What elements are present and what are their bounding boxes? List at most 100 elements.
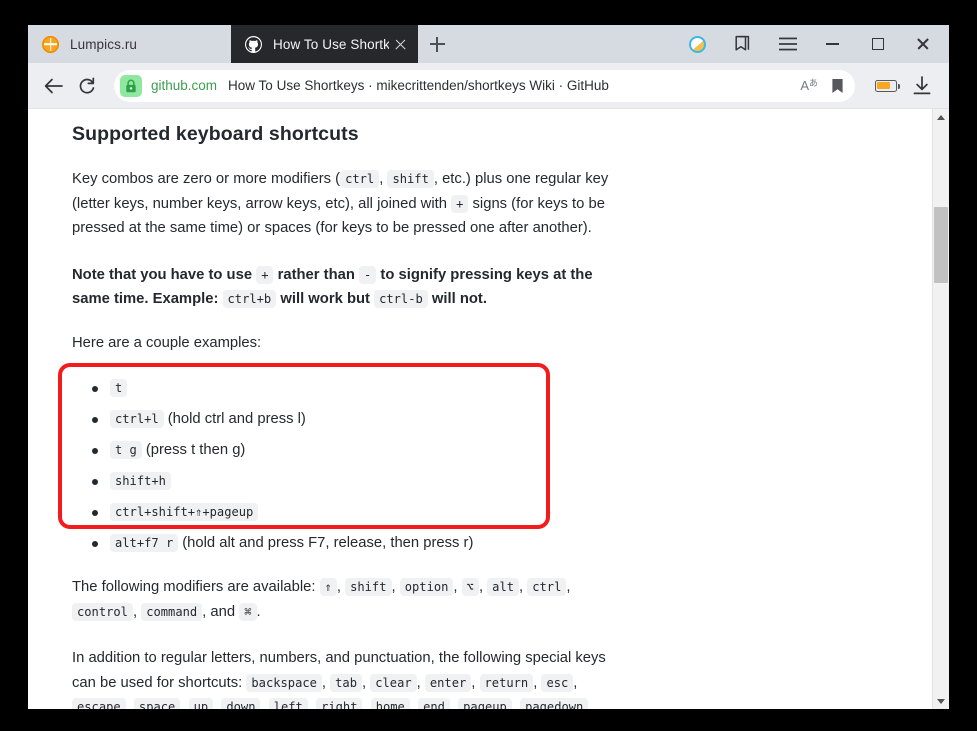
screenshot-root: Lumpics.ru How To Use Shortkeys · n bbox=[0, 0, 977, 731]
text-fragment: Key combos are zero or more modifiers ( bbox=[72, 171, 341, 187]
code-chip: ctrl+b bbox=[222, 290, 277, 308]
translate-icon[interactable]: Aあ bbox=[797, 78, 821, 93]
code-chip: alt bbox=[487, 578, 520, 596]
vertical-scrollbar[interactable] bbox=[932, 109, 949, 709]
paragraph-examples-intro: Here are a couple examples: bbox=[72, 334, 262, 351]
code-chip: ctrl bbox=[340, 170, 380, 188]
browser-tab-lumpics[interactable]: Lumpics.ru bbox=[28, 25, 231, 63]
back-button[interactable] bbox=[36, 69, 70, 103]
code-chip: option bbox=[399, 578, 454, 596]
examples-list: t ctrl+l (hold ctrl and press l) t g (pres… bbox=[72, 377, 655, 555]
code-chip: pageup bbox=[458, 698, 512, 709]
code-chip: ctrl+l bbox=[110, 410, 164, 428]
code-chip: end bbox=[418, 698, 450, 709]
code-chip: ctrl bbox=[527, 578, 567, 596]
paragraph-special-keys: In addition to regular letters, numbers,… bbox=[72, 646, 617, 709]
code-chip: backspace bbox=[246, 673, 322, 692]
code-chip: return bbox=[479, 673, 534, 692]
code-chip: t g bbox=[110, 441, 142, 459]
code-chip: ⌥ bbox=[461, 578, 479, 596]
text-fragment: The following modifiers are available: bbox=[72, 579, 316, 595]
text-fragment: will not. bbox=[431, 291, 487, 307]
bookmark-icon[interactable] bbox=[825, 74, 849, 98]
code-chip: down bbox=[221, 698, 261, 709]
code-chip: home bbox=[370, 698, 410, 709]
scroll-thumb[interactable] bbox=[934, 207, 948, 283]
battery-icon[interactable] bbox=[869, 69, 903, 103]
code-chip: left bbox=[268, 698, 308, 709]
menu-icon[interactable] bbox=[765, 25, 810, 63]
code-chip: enter bbox=[424, 673, 472, 692]
page-viewport: Supported keyboard shortcuts Key combos … bbox=[28, 108, 949, 709]
translate-icon-main: A bbox=[800, 78, 809, 93]
text-fragment: will work but bbox=[280, 291, 370, 307]
code-chip: shift+h bbox=[110, 472, 171, 490]
code-chip: pagedown bbox=[520, 698, 589, 709]
code-chip: ⌘ bbox=[239, 602, 257, 621]
list-item: t bbox=[92, 377, 655, 400]
code-chip: alt+f7 r bbox=[110, 534, 179, 552]
code-chip: up bbox=[188, 698, 214, 709]
new-tab-button[interactable] bbox=[418, 25, 456, 63]
omnibox-actions: Aあ bbox=[797, 74, 849, 98]
text-fragment: , bbox=[379, 171, 384, 187]
paragraph-key-combos: Key combos are zero or more modifiers (c… bbox=[72, 167, 617, 241]
reload-button[interactable] bbox=[70, 69, 104, 103]
tabstrip-spacer bbox=[456, 25, 675, 63]
page-title: Supported keyboard shortcuts bbox=[72, 123, 359, 145]
lumpics-favicon-icon bbox=[42, 35, 59, 53]
code-chip: tab bbox=[330, 673, 362, 692]
maximize-button[interactable] bbox=[855, 25, 900, 63]
download-icon[interactable] bbox=[905, 69, 939, 103]
collections-icon[interactable] bbox=[720, 25, 765, 63]
browser-window: Lumpics.ru How To Use Shortkeys · n bbox=[28, 25, 949, 709]
tab-title: How To Use Shortkeys · n bbox=[273, 36, 389, 52]
tab-close-icon[interactable] bbox=[393, 37, 408, 52]
text-fragment: rather than bbox=[277, 266, 355, 283]
tab-strip: Lumpics.ru How To Use Shortkeys · n bbox=[28, 25, 949, 63]
code-chip: - bbox=[359, 265, 377, 284]
window-controls bbox=[675, 25, 949, 63]
paragraph-plus-vs-minus: Note that you have to use + rather than … bbox=[72, 263, 617, 312]
example-description: (hold alt and press F7, release, then pr… bbox=[182, 535, 474, 551]
tab-title: Lumpics.ru bbox=[70, 36, 138, 52]
paragraph-modifiers: The following modifiers are available: ⇑… bbox=[72, 578, 571, 621]
scroll-down-arrow[interactable] bbox=[933, 693, 949, 709]
close-window-button[interactable] bbox=[900, 25, 945, 63]
example-description: (hold ctrl and press l) bbox=[167, 411, 306, 427]
list-item: alt+f7 r (hold alt and press F7, release,… bbox=[92, 532, 655, 555]
list-item: ctrl+l (hold ctrl and press l) bbox=[92, 408, 655, 431]
scroll-up-arrow[interactable] bbox=[933, 109, 949, 125]
minimize-button[interactable] bbox=[810, 25, 855, 63]
code-chip: space bbox=[133, 698, 181, 709]
code-chip: + bbox=[451, 194, 469, 213]
code-chip: ctrl-b bbox=[374, 290, 428, 308]
code-chip: control bbox=[72, 602, 133, 621]
code-chip: clear bbox=[370, 673, 417, 692]
code-chip: shift bbox=[345, 578, 392, 596]
sync-icon[interactable] bbox=[675, 25, 720, 63]
text-fragment: Note that you have to use bbox=[72, 266, 253, 283]
code-chip: ⇑ bbox=[319, 578, 337, 596]
text-fragment: . bbox=[256, 603, 261, 620]
toolbar-right-actions bbox=[869, 69, 939, 103]
code-chip: shift bbox=[387, 170, 434, 188]
url-domain: github.com bbox=[151, 78, 218, 93]
code-chip: escape bbox=[72, 698, 126, 709]
browser-tab-shortkeys[interactable]: How To Use Shortkeys · n bbox=[231, 25, 418, 63]
code-chip: ctrl+shift+⇑+pageup bbox=[110, 503, 259, 521]
example-description: (press t then g) bbox=[145, 442, 246, 458]
translate-icon-sup: あ bbox=[808, 78, 818, 88]
code-chip: esc bbox=[541, 673, 574, 692]
url-page-title: How To Use Shortkeys · mikecrittenden/sh… bbox=[228, 78, 609, 93]
address-bar[interactable]: github.com How To Use Shortkeys · mikecr… bbox=[114, 69, 855, 102]
github-favicon-icon bbox=[245, 35, 262, 53]
code-chip: right bbox=[316, 698, 363, 709]
code-chip: t bbox=[110, 379, 128, 397]
text-fragment: , and bbox=[202, 603, 236, 620]
list-item: t g (press t then g) bbox=[92, 439, 655, 462]
lock-icon[interactable] bbox=[120, 74, 142, 97]
wiki-article: Supported keyboard shortcuts Key combos … bbox=[28, 109, 932, 709]
code-chip: + bbox=[256, 265, 274, 284]
list-item: shift+h bbox=[92, 470, 655, 493]
